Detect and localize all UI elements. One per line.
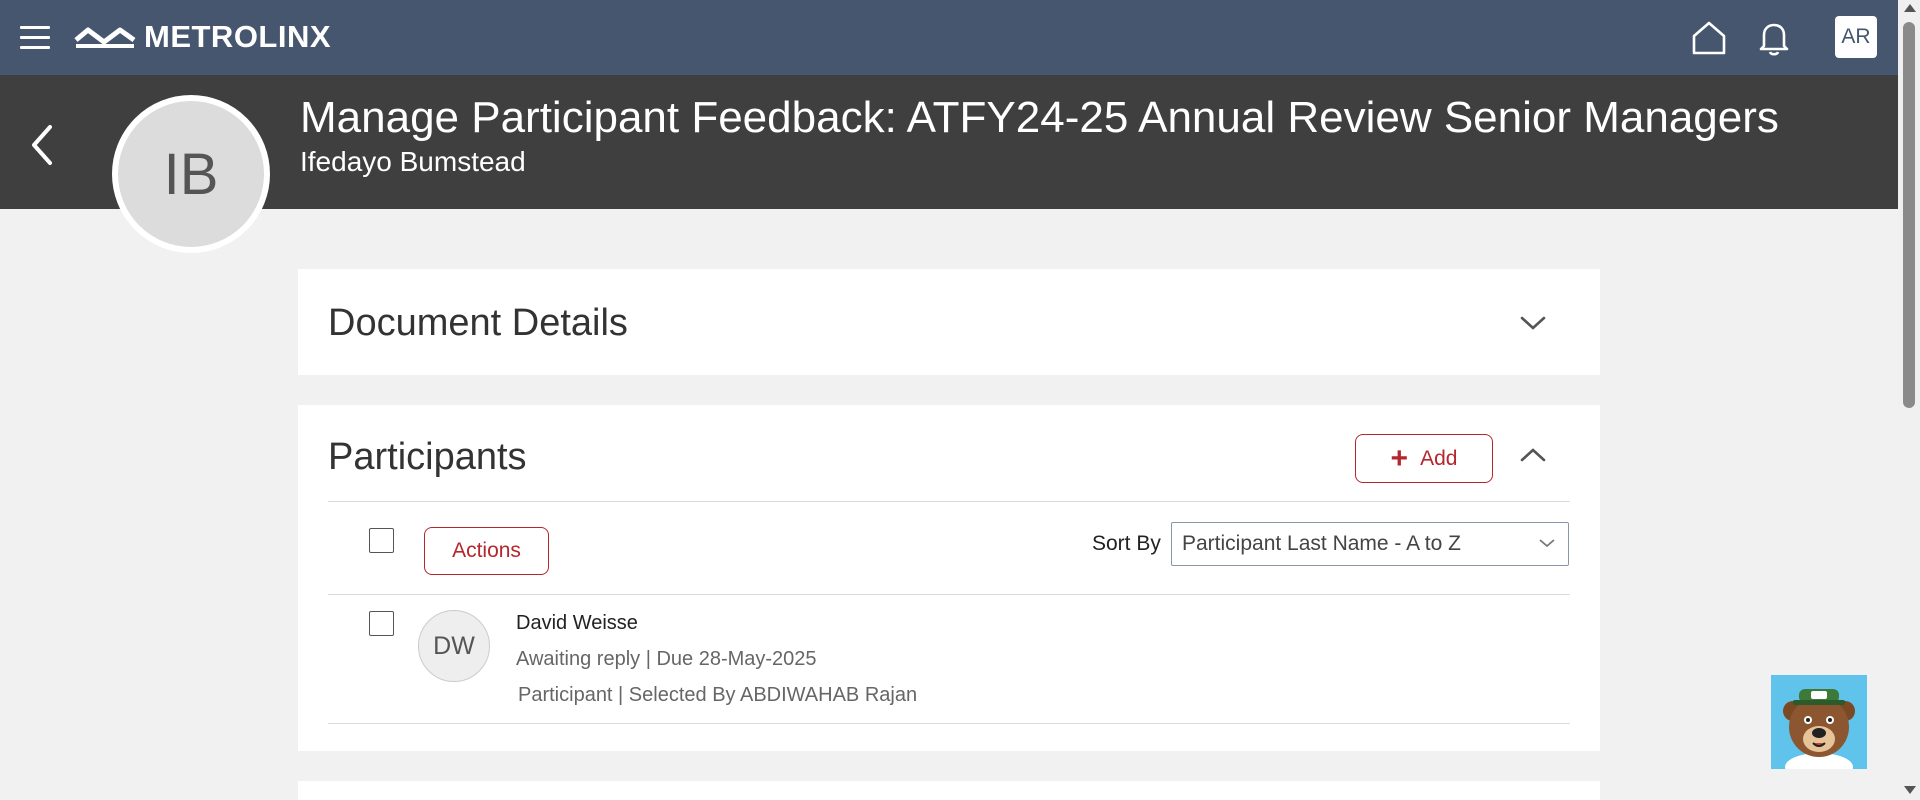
plus-icon: + [1390,441,1409,475]
participant-name[interactable]: David Weisse [516,612,638,635]
sort-by-select[interactable]: Participant Last Name - A to Z [1171,522,1569,566]
vertical-scrollbar[interactable] [1898,0,1920,800]
add-participant-button[interactable]: + Add [1355,434,1493,483]
document-details-title: Document Details [328,302,628,344]
back-arrow-icon[interactable] [24,115,64,175]
top-nav-bar: METROLINX AR [0,0,1898,75]
employee-avatar: IB [112,95,270,253]
divider [328,723,1570,724]
participant-avatar: DW [418,610,490,682]
page-subtitle: Ifedayo Bumstead [300,146,526,177]
divider [328,594,1570,595]
actions-button[interactable]: Actions [424,527,549,575]
notification-bell-icon[interactable] [1758,20,1790,56]
metrolinx-logo[interactable]: METROLINX [74,19,332,54]
chevron-down-icon[interactable] [1518,313,1548,333]
scrollbar-thumb[interactable] [1903,22,1915,408]
divider [328,501,1570,502]
sort-by-value: Participant Last Name - A to Z [1182,532,1461,555]
scroll-down-arrow-icon[interactable] [1904,786,1916,794]
home-icon[interactable] [1690,19,1728,57]
document-details-card: Document Details [298,269,1600,375]
chevron-down-icon [1539,539,1555,548]
sort-by-label: Sort By [1092,532,1161,555]
scroll-up-arrow-icon[interactable] [1904,4,1916,12]
page-title: Manage Participant Feedback: ATFY24-25 A… [300,93,1779,142]
add-button-label: Add [1420,446,1458,470]
user-avatar-button[interactable]: AR [1835,16,1877,58]
select-all-checkbox[interactable] [369,528,394,553]
page-header: Manage Participant Feedback: ATFY24-25 A… [0,75,1898,209]
metrolinx-wave-icon [74,27,136,48]
chat-assistant-mascot-icon[interactable] [1771,675,1867,769]
participant-role: Participant | Selected By ABDIWAHAB Raja… [518,684,918,706]
chevron-up-icon[interactable] [1518,445,1548,465]
next-section-card [298,781,1600,800]
participants-card: Participants + Add Actions Sort By Parti… [298,405,1600,751]
brand-name: METROLINX [144,19,332,54]
participant-row-checkbox[interactable] [369,611,394,636]
participants-title: Participants [328,436,527,478]
hamburger-menu-icon[interactable] [20,26,50,50]
participant-status: Awaiting reply | Due 28-May-2025 [516,648,817,670]
